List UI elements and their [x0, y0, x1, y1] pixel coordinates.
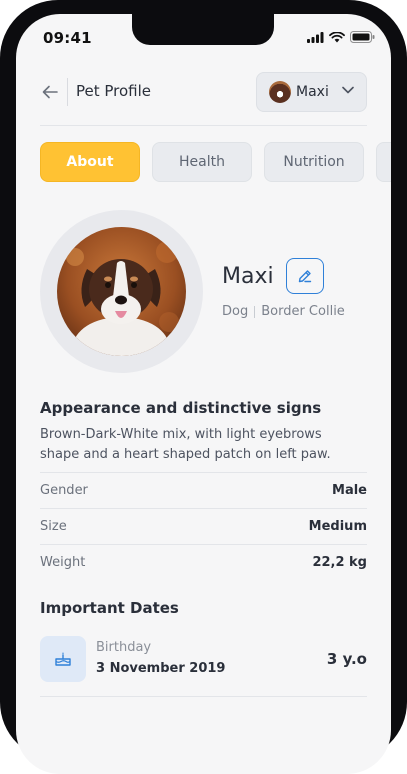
- pet-selector-name: Maxi: [296, 84, 329, 100]
- appearance-heading: Appearance and distinctive signs: [40, 399, 322, 417]
- wifi-icon: [329, 31, 345, 42]
- page-title: Pet Profile: [76, 82, 152, 100]
- dog-photo-illustration: [57, 227, 186, 356]
- avatar-ring: [40, 210, 203, 373]
- tab-nutrition[interactable]: Nutrition: [264, 142, 364, 182]
- edit-profile-button[interactable]: [286, 258, 324, 294]
- pet-name: Maxi: [222, 264, 274, 289]
- pet-photo: [57, 227, 186, 356]
- tab-health[interactable]: Health: [152, 142, 252, 182]
- attribute-label: Size: [40, 519, 67, 534]
- status-icons: [307, 31, 375, 43]
- attribute-row-weight: Weight 22,2 kg: [40, 544, 367, 580]
- header-divider-line: [40, 125, 367, 126]
- app-screen: 09:41 Pet Profile Maxi About Health Nutr…: [16, 14, 391, 774]
- phone-frame: 09:41 Pet Profile Maxi About Health Nutr…: [0, 0, 407, 774]
- appearance-description: Brown-Dark-White mix, with light eyebrow…: [40, 427, 331, 462]
- device-notch: [132, 14, 274, 45]
- chevron-down-icon: [342, 86, 354, 94]
- attribute-value: Medium: [308, 519, 367, 534]
- pet-selector-avatar: [269, 81, 291, 103]
- attribute-label: Gender: [40, 483, 88, 498]
- pet-species: Dog: [222, 304, 249, 319]
- signal-icon: [307, 31, 324, 43]
- battery-icon: [350, 31, 375, 43]
- status-time: 09:41: [43, 29, 92, 47]
- pet-meta: Dog Border Collie: [222, 304, 345, 319]
- attribute-row-gender: Gender Male: [40, 472, 367, 508]
- date-label: Birthday: [96, 640, 152, 655]
- attribute-row-size: Size Medium: [40, 508, 367, 544]
- attribute-value: 22,2 kg: [312, 555, 367, 570]
- page-header: Pet Profile Maxi: [40, 72, 367, 112]
- tab-bar: About Health Nutrition: [40, 142, 391, 182]
- attribute-label: Weight: [40, 555, 86, 570]
- date-icon-tile: [40, 636, 86, 682]
- tab-about[interactable]: About: [40, 142, 140, 182]
- important-dates-heading: Important Dates: [40, 599, 179, 617]
- pet-selector-dropdown[interactable]: Maxi: [256, 72, 367, 112]
- attribute-value: Male: [332, 483, 367, 498]
- pet-breed: Border Collie: [261, 304, 345, 319]
- header-divider: [67, 78, 68, 106]
- date-age: 3 y.o: [326, 650, 367, 668]
- meta-separator: [254, 305, 256, 318]
- pencil-edit-icon: [298, 270, 312, 283]
- back-button[interactable]: [40, 82, 60, 102]
- date-divider-line: [40, 696, 367, 697]
- cake-icon: [55, 652, 71, 666]
- arrow-left-icon: [42, 85, 58, 99]
- date-item-birthday[interactable]: Birthday 3 November 2019 3 y.o: [40, 634, 367, 690]
- tab-overflow[interactable]: [376, 142, 391, 182]
- date-value: 3 November 2019: [96, 661, 226, 676]
